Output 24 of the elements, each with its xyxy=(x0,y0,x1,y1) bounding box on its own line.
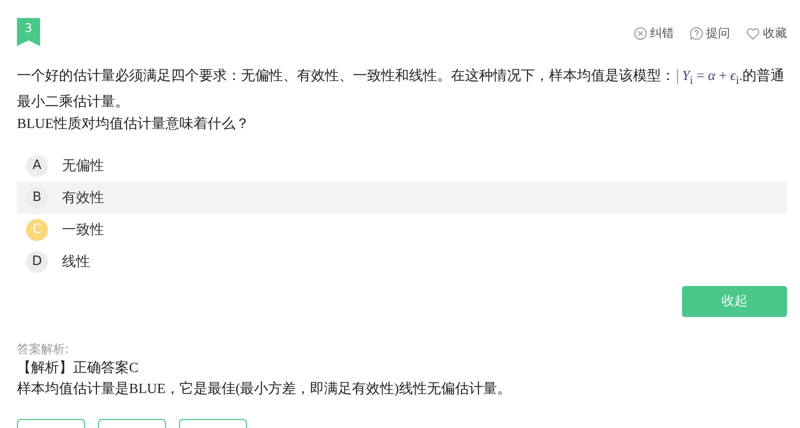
action-link[interactable]: 提问 xyxy=(690,25,730,42)
heart-icon xyxy=(746,28,760,40)
answer-option[interactable]: D 线性 xyxy=(17,246,787,278)
option-letter: C xyxy=(26,218,48,241)
analysis-text: 样本均值估计量是BLUE，它是最佳(最小方差，即满足有效性)线性无偏估计量。 xyxy=(17,380,512,399)
option-text: 线性 xyxy=(62,252,90,271)
analysis-text: 【解析】正确答案C xyxy=(17,359,140,378)
option-text: 一致性 xyxy=(62,220,104,239)
analysis-label: 答案解析: xyxy=(17,340,70,357)
answer-option[interactable]: C 一致性 xyxy=(17,214,787,246)
question-number-badge: 3 xyxy=(17,18,40,46)
option-letter: D xyxy=(26,250,48,273)
option-text: 无偏性 xyxy=(62,156,104,175)
option-letter: B xyxy=(26,186,48,209)
question-icon xyxy=(690,27,703,40)
answer-option[interactable]: B 有效性 xyxy=(17,182,787,214)
question-text: BLUE性质对均值估计量意味着什么？ xyxy=(17,115,251,134)
option-letter: A xyxy=(26,154,48,177)
option-text: 有效性 xyxy=(62,188,104,207)
answer-option[interactable]: A 无偏性 xyxy=(17,150,787,182)
question-text: 一个好的估计量必须满足四个要求：无偏性、有效性、一致性和线性。在这种情况下，样本均值是该模型： Y$_{i}$ = α + ϵ$_{i}$.的普通最小二乘估计量。 xyxy=(17,67,786,112)
action-link[interactable]: 收藏 xyxy=(746,25,787,42)
action-link[interactable]: 纠错 xyxy=(634,25,674,42)
close-icon xyxy=(634,27,647,40)
